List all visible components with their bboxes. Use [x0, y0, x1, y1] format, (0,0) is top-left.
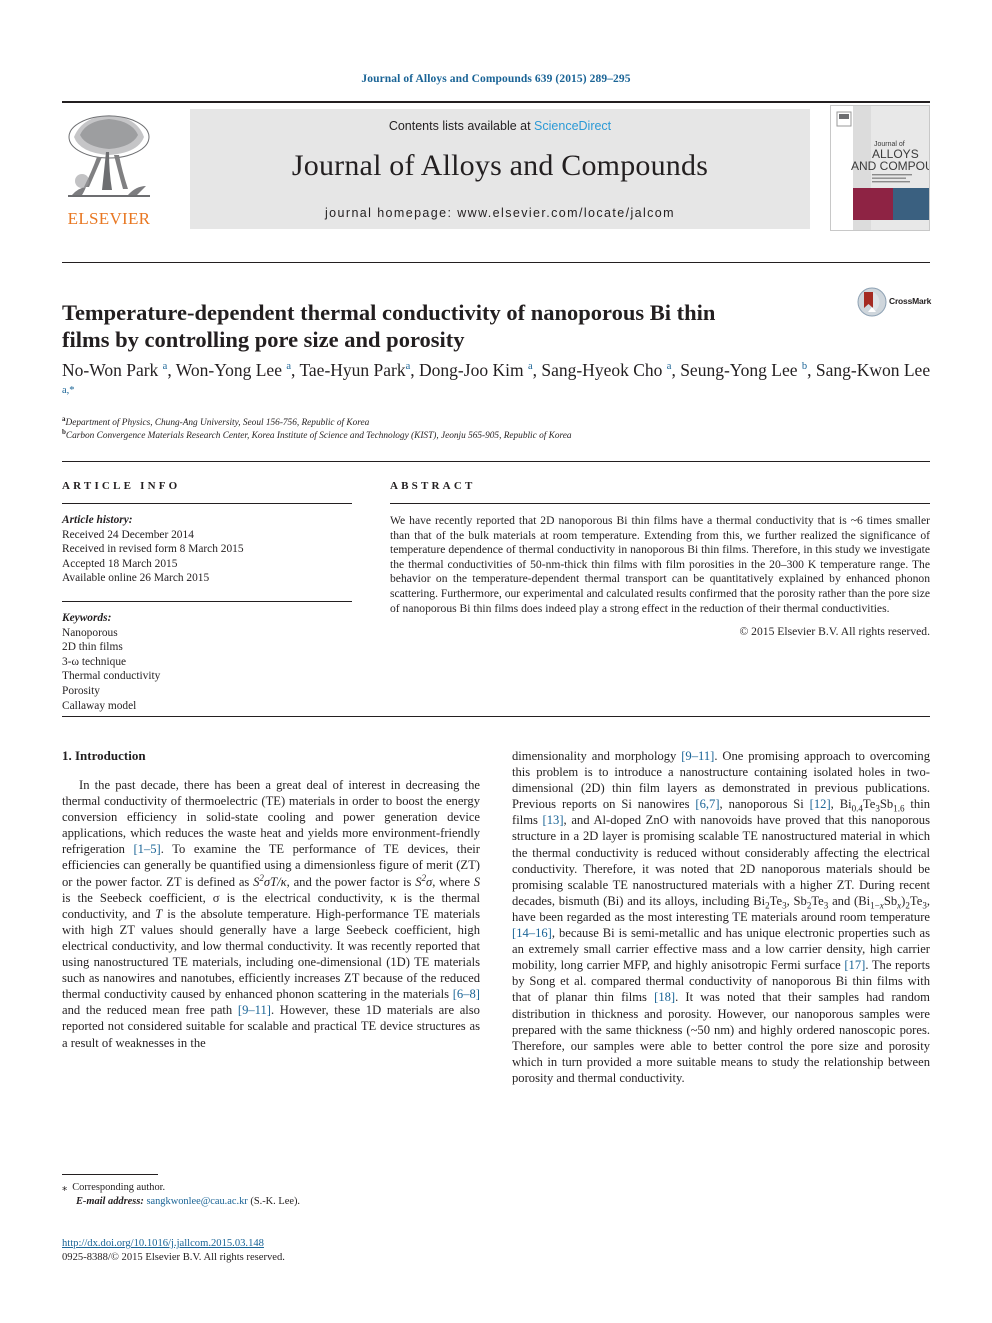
elsevier-tree-icon: [68, 115, 150, 197]
doi-link[interactable]: http://dx.doi.org/10.1016/j.jallcom.2015…: [62, 1237, 492, 1251]
body-column-left: 1. Introduction In the past decade, ther…: [62, 748, 480, 1051]
corresponding-author-line: ⁎ Corresponding author.: [62, 1181, 482, 1195]
elsevier-logo: ELSEVIER: [62, 107, 156, 229]
author-list: No-Won Park a, Won-Yong Lee a, Tae-Hyun …: [62, 360, 931, 397]
email-label: E-mail address:: [76, 1196, 144, 1207]
affiliation-b-text: Carbon Convergence Materials Research Ce…: [65, 431, 572, 441]
intro-paragraph-right: dimensionality and morphology [9–11]. On…: [512, 749, 931, 1085]
header-top-rule: [62, 101, 930, 103]
footnote-rule: [62, 1174, 158, 1175]
article-info-column: ARTICLE INFO Article history: Received 2…: [62, 480, 352, 713]
keywords-block: Keywords: Nanoporous 2D thin films 3-ω t…: [62, 611, 352, 713]
running-head: Journal of Alloys and Compounds 639 (201…: [361, 73, 631, 85]
footnote-block: ⁎ Corresponding author. E-mail address: s…: [62, 1181, 482, 1209]
contents-line: Contents lists available at ScienceDirec…: [190, 119, 810, 133]
history-item: Available online 26 March 2015: [62, 572, 210, 585]
body-column-right: dimensionality and morphology [9–11]. On…: [512, 748, 930, 1086]
article-title: Temperature-dependent thermal conductivi…: [62, 300, 716, 353]
abstract-column: ABSTRACT We have recently reported that …: [390, 480, 930, 638]
journal-homepage[interactable]: journal homepage: www.elsevier.com/locat…: [190, 206, 810, 220]
abstract-text: We have recently reported that 2D nanopo…: [390, 514, 930, 615]
keyword-item: Porosity: [62, 684, 100, 697]
keywords-rule: [62, 600, 352, 602]
keyword-item: 3-ω technique: [62, 655, 127, 668]
keyword-item: Nanoporous: [62, 626, 118, 639]
crossmark-badge[interactable]: CrossMark: [857, 287, 931, 317]
info-bottom-rule: [62, 716, 930, 717]
info-top-rule: [62, 461, 930, 462]
doi-block: http://dx.doi.org/10.1016/j.jallcom.2015…: [62, 1237, 492, 1264]
affiliation-a-text: Department of Physics, Chung-Ang Univers…: [65, 418, 370, 428]
elsevier-wordmark: ELSEVIER: [67, 209, 151, 228]
header-center-box: Contents lists available at ScienceDirec…: [190, 109, 810, 229]
issn-copyright: 0925-8388/© 2015 Elsevier B.V. All right…: [62, 1251, 285, 1263]
keywords-label: Keywords:: [62, 611, 112, 624]
corresponding-author-label: Corresponding author.: [72, 1182, 166, 1193]
affiliation-b: bCarbon Convergence Materials Research C…: [62, 427, 572, 441]
sciencedirect-link[interactable]: ScienceDirect: [534, 119, 611, 133]
email-link[interactable]: sangkwonlee@cau.ac.kr: [146, 1196, 247, 1207]
abstract-copyright: © 2015 Elsevier B.V. All rights reserved…: [739, 625, 930, 639]
keyword-item: Callaway model: [62, 699, 137, 712]
journal-header: ELSEVIER Contents lists available at Sci…: [62, 101, 959, 233]
article-history: Article history: Received 24 December 20…: [62, 513, 352, 586]
article-info-rule: [62, 503, 352, 504]
journal-title: Journal of Alloys and Compounds: [291, 149, 709, 182]
article-info-heading: ARTICLE INFO: [62, 480, 181, 492]
affiliation-a: aDepartment of Physics, Chung-Ang Univer…: [62, 414, 370, 428]
svg-text:AND COMPOUNDS: AND COMPOUNDS: [851, 159, 929, 173]
abstract-heading: ABSTRACT: [390, 480, 476, 492]
history-item: Accepted 18 March 2015: [62, 557, 178, 570]
email-line: E-mail address: sangkwonlee@cau.ac.kr (S…: [62, 1195, 482, 1209]
email-suffix: (S.-K. Lee).: [250, 1196, 300, 1207]
paper-page: Journal of Alloys and Compounds 639 (201…: [0, 0, 992, 1323]
journal-cover-image: Journal of ALLOYS AND COMPOUNDS: [831, 106, 959, 230]
contents-prefix: Contents lists available at: [388, 119, 535, 133]
affiliation-list: aDepartment of Physics, Chung-Ang Univer…: [62, 414, 932, 443]
section-title-introduction: 1. Introduction: [62, 748, 146, 763]
crossmark-label: CrossMark: [889, 296, 932, 306]
history-item: Received 24 December 2014: [62, 528, 194, 541]
keyword-item: Thermal conductivity: [62, 670, 161, 683]
history-item: Received in revised form 8 March 2015: [62, 543, 244, 556]
title-divider: [62, 262, 930, 263]
keyword-item: 2D thin films: [62, 641, 123, 654]
intro-paragraph-left: In the past decade, there has been a gre…: [62, 778, 480, 1050]
crossmark-icon: [857, 287, 887, 317]
abstract-rule: [390, 503, 930, 504]
journal-cover-thumbnail: Journal of ALLOYS AND COMPOUNDS: [830, 105, 959, 231]
article-history-label: Article history:: [62, 514, 133, 526]
asterisk-icon: ⁎: [62, 1182, 68, 1193]
